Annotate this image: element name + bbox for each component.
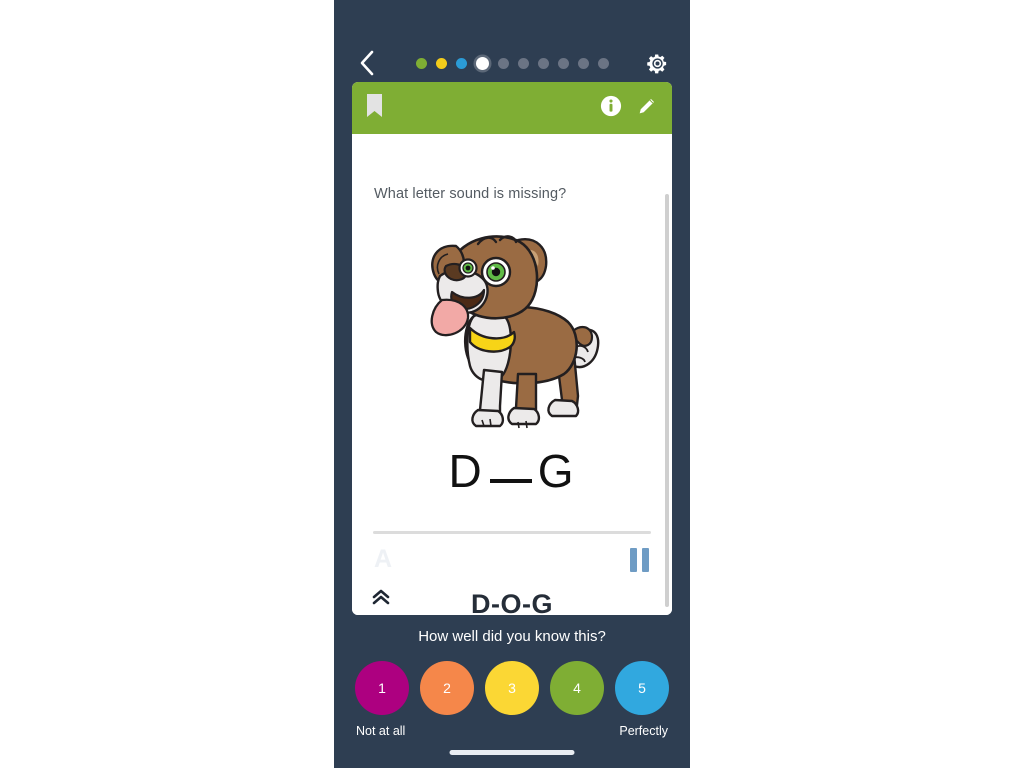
- flashcard: What letter sound is missing? D G A D-O-…: [352, 82, 672, 615]
- card-header: [352, 82, 672, 134]
- phone-viewport: What letter sound is missing? D G A D-O-…: [334, 0, 690, 768]
- rating-buttons: 12345: [334, 661, 690, 715]
- rating-button-2[interactable]: 2: [420, 661, 474, 715]
- progress-dot-7[interactable]: [537, 57, 549, 69]
- progress-dot-6[interactable]: [517, 57, 529, 69]
- rating-title: How well did you know this?: [418, 628, 606, 645]
- gear-icon: [646, 52, 669, 75]
- back-button[interactable]: [350, 46, 384, 80]
- section-divider: [373, 531, 651, 534]
- rating-section: How well did you know this? 12345 Not at…: [334, 628, 690, 742]
- audio-track-label: A: [374, 545, 393, 573]
- top-navigation-bar: [334, 38, 690, 88]
- info-icon[interactable]: [600, 95, 622, 122]
- audio-row: A: [352, 544, 672, 584]
- progress-dot-2[interactable]: [435, 57, 447, 69]
- chevron-left-icon: [357, 49, 377, 77]
- progress-dot-8[interactable]: [557, 57, 569, 69]
- bookmark-icon[interactable]: [366, 93, 383, 123]
- card-header-actions: [600, 95, 658, 122]
- word-prompt: DG: [352, 444, 672, 498]
- screen-root: What letter sound is missing? D G A D-O-…: [0, 0, 1024, 768]
- answer-text: D-O-G: [471, 589, 553, 615]
- settings-button[interactable]: [640, 46, 674, 80]
- rating-button-1[interactable]: 1: [355, 661, 409, 715]
- progress-dots: [384, 56, 640, 70]
- card-body: What letter sound is missing? D G A D-O-…: [352, 134, 672, 615]
- card-scrollbar[interactable]: [665, 194, 669, 607]
- pause-icon[interactable]: [630, 548, 652, 572]
- rating-button-3[interactable]: 3: [485, 661, 539, 715]
- progress-dot-3[interactable]: [455, 57, 467, 69]
- prompt-blank: [489, 479, 532, 483]
- prompt-first-letter: D: [448, 445, 484, 497]
- progress-dot-9[interactable]: [577, 57, 589, 69]
- question-image: [352, 222, 672, 442]
- rating-button-4[interactable]: 4: [550, 661, 604, 715]
- pause-bar-left: [630, 548, 637, 572]
- progress-dot-1[interactable]: [415, 57, 427, 69]
- question-text: What letter sound is missing?: [374, 186, 567, 202]
- progress-dot-4[interactable]: [475, 56, 489, 70]
- rating-label-high: Perfectly: [619, 724, 668, 738]
- home-indicator: [449, 750, 575, 755]
- prompt-last-letter: G: [537, 445, 576, 497]
- pencil-icon[interactable]: [636, 95, 658, 122]
- rating-label-low: Not at all: [356, 724, 406, 738]
- pause-bar-right: [642, 548, 649, 572]
- progress-dot-10[interactable]: [597, 57, 609, 69]
- rating-scale-labels: Not at all Perfectly: [334, 724, 690, 742]
- progress-dot-5[interactable]: [497, 57, 509, 69]
- chevron-double-up-icon[interactable]: [370, 587, 394, 609]
- rating-button-5[interactable]: 5: [615, 661, 669, 715]
